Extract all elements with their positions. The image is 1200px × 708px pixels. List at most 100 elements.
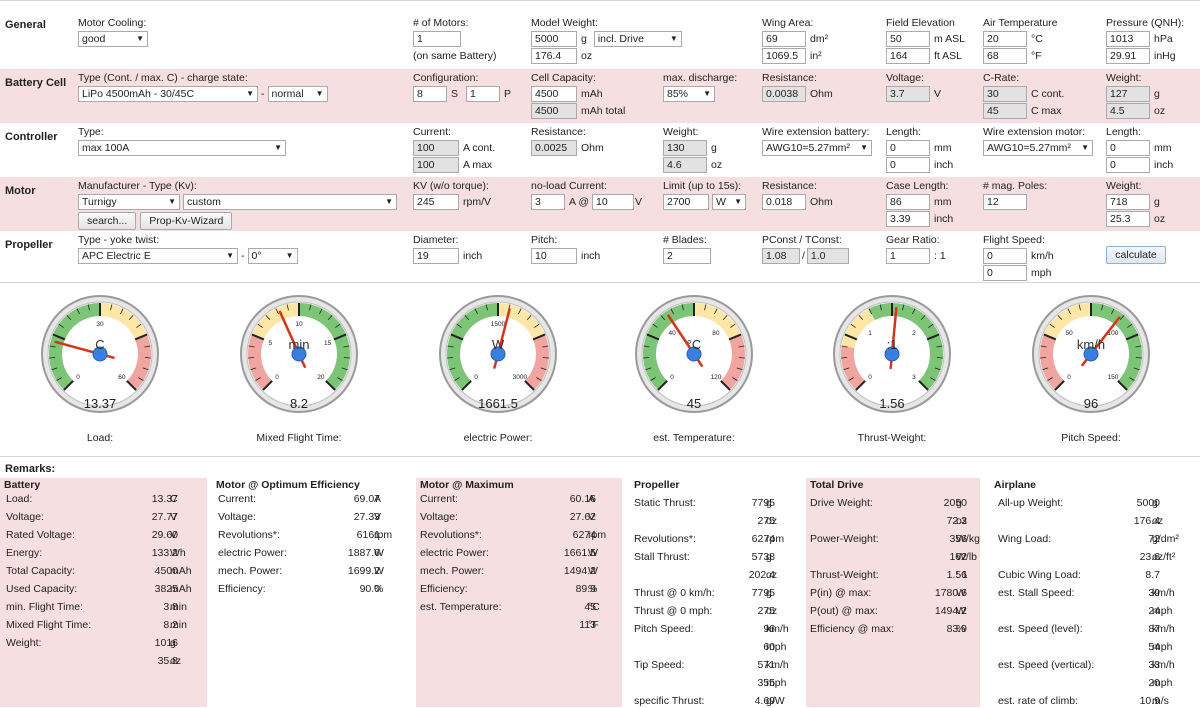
gauge-unit: min — [237, 337, 361, 352]
gauge-value: 8.2 — [237, 396, 361, 411]
calculate-button[interactable]: calculate — [1106, 246, 1166, 264]
result-label: Revolutions*: — [420, 528, 482, 542]
result-unit: rpm — [766, 532, 784, 546]
results-title: Battery — [0, 478, 207, 492]
motor-resistance-input[interactable]: 0.018 — [762, 194, 806, 210]
result-unit: W — [956, 604, 966, 618]
motor-type-select[interactable]: custom▼ — [183, 194, 397, 210]
result-unit: m/s — [1152, 694, 1169, 708]
length-motor-in-input[interactable]: 0 — [1106, 157, 1150, 173]
noload-label: no-load Current: — [531, 180, 642, 193]
model-weight-g-input[interactable]: 5000 — [531, 31, 577, 47]
mag-poles-input[interactable]: 12 — [983, 194, 1027, 210]
field-elevation-m-input[interactable]: 50 — [886, 31, 930, 47]
chevron-down-icon: ▼ — [226, 249, 234, 263]
motor-weight-oz-input[interactable]: 25.3 — [1106, 211, 1150, 227]
length-motor-label: Length: — [1106, 126, 1173, 139]
motor-type-label: Manufacturer - Type (Kv): — [78, 180, 397, 193]
motor-weight-g-input[interactable]: 718 — [1106, 194, 1150, 210]
gear-ratio-input[interactable]: 1 — [886, 248, 930, 264]
gauge-2: 05101520min8.2Mixed Flight Time: — [237, 288, 361, 446]
gauge-tick-label: 120 — [710, 374, 721, 381]
diameter-input[interactable]: 19 — [413, 248, 459, 264]
result-label: Total Capacity: — [6, 564, 75, 578]
wire-motor-select[interactable]: AWG10=5.27mm²▼ — [983, 140, 1093, 156]
result-unit: : 1 — [956, 568, 968, 582]
kv-input[interactable]: 245 — [413, 194, 459, 210]
controller-row: Controller Type: max 100A▼ Current: 100A… — [0, 123, 1200, 177]
length-battery-in-input[interactable]: 0 — [886, 157, 930, 173]
length-battery-mm-input[interactable]: 0 — [886, 140, 930, 156]
chevron-down-icon: ▼ — [246, 87, 254, 101]
gauge-4: 04080120°C45est. Temperature: — [632, 288, 756, 446]
results-opt: Motor @ Optimum EfficiencyCurrent:69.07A… — [212, 478, 412, 707]
battery-row: Battery Cell Type (Cont. / max. C) - cha… — [0, 69, 1200, 123]
length-motor-mm-input[interactable]: 0 — [1106, 140, 1150, 156]
pressure-inhg-input[interactable]: 29.91 — [1106, 48, 1150, 64]
search-button[interactable]: search... — [78, 212, 136, 230]
noload-voltage-input[interactable]: 10 — [592, 194, 634, 210]
blades-input[interactable]: 2 — [663, 248, 711, 264]
battery-label: Battery Cell — [5, 77, 66, 89]
result-unit: rpm — [374, 528, 392, 542]
gauge-3: 015003000W1661.5electric Power: — [436, 288, 560, 446]
results-title: Motor @ Maximum — [416, 478, 622, 492]
num-motors-input[interactable]: 1 — [413, 31, 461, 47]
result-label: est. Stall Speed: — [998, 586, 1074, 600]
battery-type-select[interactable]: LiPo 4500mAh - 30/45C▼ — [78, 86, 258, 102]
air-temp-f-input[interactable]: 68 — [983, 48, 1027, 64]
pitch-input[interactable]: 10 — [531, 248, 577, 264]
controller-resistance-label: Resistance: — [531, 126, 604, 139]
flight-speed-mph-input[interactable]: 0 — [983, 265, 1027, 281]
pressure-hpa-input[interactable]: 1013 — [1106, 31, 1150, 47]
motor-cooling-label: Motor Cooling: — [78, 17, 148, 30]
result-label: Mixed Flight Time: — [6, 618, 91, 632]
general-label: General — [5, 19, 46, 31]
model-weight-oz-input[interactable]: 176.4 — [531, 48, 577, 64]
gauge-tick-label: 0 — [275, 374, 279, 381]
limit-input[interactable]: 2700 — [663, 194, 709, 210]
wire-battery-select[interactable]: AWG10=5.27mm²▼ — [762, 140, 872, 156]
gauge-unit: km/h — [1029, 337, 1153, 352]
noload-current-input[interactable]: 3 — [531, 194, 565, 210]
limit-unit-select[interactable]: W▼ — [712, 194, 746, 210]
result-unit: mph — [766, 676, 786, 690]
crate-label: C-Rate: — [983, 72, 1064, 85]
propeller-label: Propeller — [5, 239, 53, 251]
gauge-6: 050100150km/h96Pitch Speed: — [1029, 288, 1153, 446]
result-label: mech. Power: — [218, 564, 282, 578]
tconst-field: 1.0 — [807, 248, 849, 264]
gauge-tick-label: 3000 — [513, 374, 528, 381]
result-label: Energy: — [6, 546, 42, 560]
controller-type-select[interactable]: max 100A▼ — [78, 140, 286, 156]
prop-kv-wizard-button[interactable]: Prop-Kv-Wizard — [140, 212, 232, 230]
remarks-label: Remarks: — [5, 463, 55, 475]
charge-state-select[interactable]: normal▼ — [268, 86, 328, 102]
flight-speed-kmh-input[interactable]: 0 — [983, 248, 1027, 264]
result-unit: W — [374, 546, 384, 560]
case-length-in-input[interactable]: 3.39 — [886, 211, 930, 227]
chevron-down-icon: ▼ — [860, 141, 868, 155]
wing-area-dm-input[interactable]: 69 — [762, 31, 806, 47]
motor-row: Motor Manufacturer - Type (Kv): Turnigy▼… — [0, 177, 1200, 231]
wing-area-in-input[interactable]: 1069.5 — [762, 48, 806, 64]
result-label: Thrust @ 0 km/h: — [634, 586, 715, 600]
motor-cooling-select[interactable]: good▼ — [78, 31, 148, 47]
field-elevation-ft-input[interactable]: 164 — [886, 48, 930, 64]
controller-weight-label: Weight: — [663, 126, 722, 139]
flight-speed-label: Flight Speed: — [983, 234, 1054, 247]
max-discharge-select[interactable]: 85%▼ — [663, 86, 715, 102]
series-input[interactable]: 8 — [413, 86, 447, 102]
manufacturer-select[interactable]: Turnigy▼ — [78, 194, 180, 210]
case-length-mm-input[interactable]: 86 — [886, 194, 930, 210]
num-motors-note: (on same Battery) — [413, 50, 496, 62]
cell-capacity-input[interactable]: 4500 — [531, 86, 577, 102]
yoke-twist-select[interactable]: 0°▼ — [248, 248, 298, 264]
controller-label: Controller — [5, 131, 58, 143]
weight-mode-select[interactable]: incl. Drive▼ — [594, 31, 682, 47]
parallel-input[interactable]: 1 — [466, 86, 500, 102]
air-temp-c-input[interactable]: 20 — [983, 31, 1027, 47]
propeller-type-select[interactable]: APC Electric E▼ — [78, 248, 238, 264]
gauge-value: 96 — [1029, 396, 1153, 411]
gauge-unit: W — [436, 337, 560, 352]
